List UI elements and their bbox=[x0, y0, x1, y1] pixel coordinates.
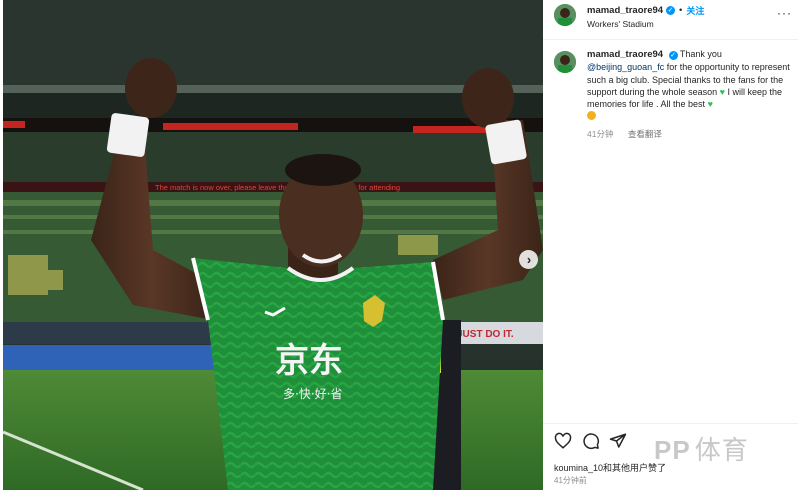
svg-text:The match is now over, please: The match is now over, please leave the … bbox=[155, 183, 400, 192]
see-translation-link[interactable]: 查看翻译 bbox=[628, 129, 662, 139]
post-header: mamad_traore94 ✓ • 关注 Workers' Stadium ·… bbox=[543, 0, 798, 40]
watermark: PP 体育 bbox=[654, 430, 749, 467]
caption-comment: mamad_traore94 ✓ Thank you @beijing_guoa… bbox=[543, 40, 798, 140]
svg-text:JUST DO IT.: JUST DO IT. bbox=[457, 329, 514, 340]
player-photo: The match is now over, please leave the … bbox=[3, 0, 543, 490]
svg-text:多·快·好·省: 多·快·好·省 bbox=[283, 387, 342, 401]
post-username[interactable]: mamad_traore94 bbox=[587, 5, 663, 16]
smiling-emoji-icon bbox=[587, 111, 596, 121]
follow-button[interactable]: 关注 bbox=[686, 4, 704, 17]
likes-summary[interactable]: koumina_10和其他用户赞了 bbox=[554, 461, 666, 474]
more-horizontal-icon[interactable]: ··· bbox=[777, 6, 792, 20]
post-timestamp: 41分钟前 bbox=[554, 476, 587, 485]
next-photo-button[interactable]: › bbox=[519, 250, 538, 269]
verified-badge-icon: ✓ bbox=[666, 6, 676, 15]
caption-text: mamad_traore94 ✓ Thank you @beijing_guoa… bbox=[587, 48, 792, 140]
share-icon[interactable] bbox=[609, 432, 627, 450]
post-photo[interactable]: The match is now over, please leave the … bbox=[3, 0, 543, 490]
caption-avatar[interactable] bbox=[554, 51, 576, 73]
green-heart-icon: ♥ bbox=[719, 86, 725, 97]
verified-badge-icon: ✓ bbox=[668, 51, 678, 60]
avatar[interactable] bbox=[554, 4, 576, 26]
green-heart-icon: ♥ bbox=[707, 99, 713, 110]
svg-text:京东: 京东 bbox=[275, 341, 343, 381]
heart-icon[interactable] bbox=[554, 432, 572, 450]
post-location[interactable]: Workers' Stadium bbox=[587, 19, 704, 29]
caption-username[interactable]: mamad_traore94 bbox=[587, 49, 663, 60]
action-bar: PP 体育 bbox=[543, 423, 798, 465]
caption-time: 41分钟 bbox=[587, 128, 614, 139]
watermark-text: 体育 bbox=[694, 435, 749, 465]
mention-link[interactable]: @beijing_guoan_fc bbox=[587, 62, 664, 72]
caption-part-1: Thank you bbox=[679, 49, 722, 59]
post-panel: mamad_traore94 ✓ • 关注 Workers' Stadium ·… bbox=[543, 0, 798, 490]
comment-icon[interactable] bbox=[582, 432, 600, 450]
chevron-right-icon: › bbox=[526, 252, 532, 267]
separator-dot: • bbox=[679, 5, 683, 16]
